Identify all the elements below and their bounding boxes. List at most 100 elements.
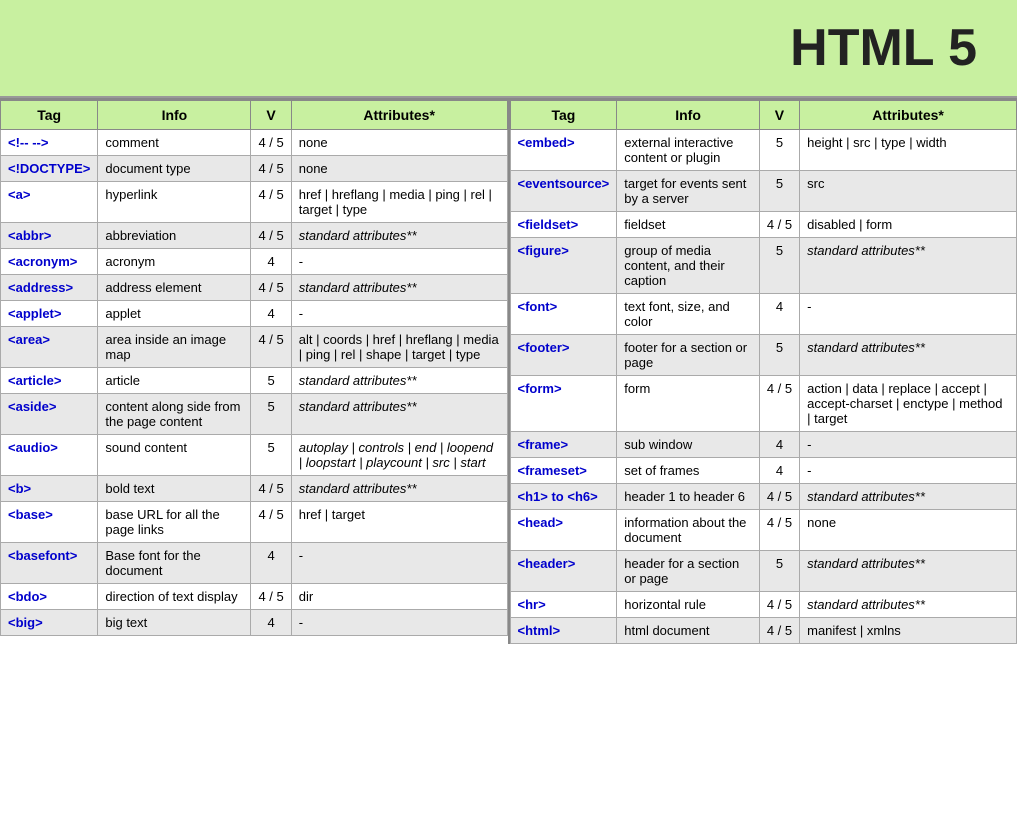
version-cell: 4 [251, 610, 291, 636]
tag-cell[interactable]: <frameset> [510, 458, 617, 484]
table-row: <h1> to <h6>header 1 to header 64 / 5sta… [510, 484, 1017, 510]
left-table: Tag Info V Attributes* <!-- -->comment4 … [0, 100, 508, 636]
info-cell: form [617, 376, 760, 432]
attributes-cell: standard attributes** [291, 394, 507, 435]
tag-cell[interactable]: <footer> [510, 335, 617, 376]
tag-cell[interactable]: <abbr> [1, 223, 98, 249]
version-cell: 5 [251, 368, 291, 394]
info-cell: abbreviation [98, 223, 251, 249]
version-cell: 4 / 5 [759, 376, 799, 432]
info-cell: base URL for all the page links [98, 502, 251, 543]
tag-cell[interactable]: <audio> [1, 435, 98, 476]
tag-cell[interactable]: <base> [1, 502, 98, 543]
tag-cell[interactable]: <header> [510, 551, 617, 592]
table-row: <applet>applet4- [1, 301, 508, 327]
tag-cell[interactable]: <head> [510, 510, 617, 551]
tag-cell[interactable]: <html> [510, 618, 617, 644]
version-cell: 4 / 5 [251, 275, 291, 301]
version-cell: 5 [759, 238, 799, 294]
tag-cell[interactable]: <basefont> [1, 543, 98, 584]
attributes-cell: standard attributes** [291, 476, 507, 502]
version-cell: 4 / 5 [251, 327, 291, 368]
tag-cell[interactable]: <big> [1, 610, 98, 636]
table-row: <form>form4 / 5action | data | replace |… [510, 376, 1017, 432]
table-row: <frameset>set of frames4- [510, 458, 1017, 484]
table-row: <base>base URL for all the page links4 /… [1, 502, 508, 543]
attributes-cell: none [291, 130, 507, 156]
attributes-cell: none [800, 510, 1017, 551]
tag-cell[interactable]: <embed> [510, 130, 617, 171]
version-cell: 4 / 5 [759, 484, 799, 510]
right-table-section: Tag Info V Attributes* <embed>external i… [510, 100, 1017, 644]
left-table-section: Tag Info V Attributes* <!-- -->comment4 … [0, 100, 510, 644]
info-cell: direction of text display [98, 584, 251, 610]
attributes-cell: height | src | type | width [800, 130, 1017, 171]
tag-cell[interactable]: <h1> to <h6> [510, 484, 617, 510]
attributes-cell: - [800, 458, 1017, 484]
table-row: <frame>sub window4- [510, 432, 1017, 458]
version-cell: 4 / 5 [251, 502, 291, 543]
page-title: HTML 5 [0, 0, 1017, 98]
tag-cell[interactable]: <font> [510, 294, 617, 335]
attributes-cell: - [291, 543, 507, 584]
table-row: <hr>horizontal rule4 / 5standard attribu… [510, 592, 1017, 618]
info-cell: acronym [98, 249, 251, 275]
table-row: <head>information about the document4 / … [510, 510, 1017, 551]
attributes-cell: standard attributes** [291, 368, 507, 394]
table-row: <fieldset>fieldset4 / 5disabled | form [510, 212, 1017, 238]
version-cell: 4 / 5 [251, 223, 291, 249]
version-cell: 5 [251, 435, 291, 476]
table-row: <area>area inside an image map4 / 5alt |… [1, 327, 508, 368]
tag-cell[interactable]: <aside> [1, 394, 98, 435]
table-row: <embed>external interactive content or p… [510, 130, 1017, 171]
tag-cell[interactable]: <form> [510, 376, 617, 432]
attributes-cell: standard attributes** [800, 335, 1017, 376]
tag-cell[interactable]: <bdo> [1, 584, 98, 610]
tag-cell[interactable]: <applet> [1, 301, 98, 327]
tag-cell[interactable]: <acronym> [1, 249, 98, 275]
tag-cell[interactable]: <!DOCTYPE> [1, 156, 98, 182]
version-cell: 5 [251, 394, 291, 435]
info-cell: set of frames [617, 458, 760, 484]
attributes-cell: - [291, 249, 507, 275]
right-table: Tag Info V Attributes* <embed>external i… [510, 100, 1017, 644]
tag-cell[interactable]: <hr> [510, 592, 617, 618]
right-col-v: V [759, 101, 799, 130]
version-cell: 5 [759, 171, 799, 212]
table-row: <b>bold text4 / 5standard attributes** [1, 476, 508, 502]
version-cell: 4 [759, 294, 799, 335]
tag-cell[interactable]: <b> [1, 476, 98, 502]
version-cell: 4 / 5 [759, 212, 799, 238]
attributes-cell: - [291, 301, 507, 327]
info-cell: area inside an image map [98, 327, 251, 368]
info-cell: article [98, 368, 251, 394]
attributes-cell: - [800, 294, 1017, 335]
tag-cell[interactable]: <frame> [510, 432, 617, 458]
tag-cell[interactable]: <address> [1, 275, 98, 301]
tag-cell[interactable]: <area> [1, 327, 98, 368]
table-row: <article>article5standard attributes** [1, 368, 508, 394]
version-cell: 4 [759, 432, 799, 458]
version-cell: 5 [759, 335, 799, 376]
tag-cell[interactable]: <figure> [510, 238, 617, 294]
version-cell: 4 / 5 [251, 156, 291, 182]
tag-cell[interactable]: <a> [1, 182, 98, 223]
version-cell: 4 / 5 [251, 584, 291, 610]
table-row: <footer>footer for a section or page5sta… [510, 335, 1017, 376]
info-cell: document type [98, 156, 251, 182]
info-cell: footer for a section or page [617, 335, 760, 376]
right-col-info: Info [617, 101, 760, 130]
table-row: <figure>group of media content, and thei… [510, 238, 1017, 294]
tag-cell[interactable]: <eventsource> [510, 171, 617, 212]
info-cell: big text [98, 610, 251, 636]
table-row: <bdo>direction of text display4 / 5dir [1, 584, 508, 610]
attributes-cell: src [800, 171, 1017, 212]
tag-cell[interactable]: <fieldset> [510, 212, 617, 238]
info-cell: text font, size, and color [617, 294, 760, 335]
tag-cell[interactable]: <article> [1, 368, 98, 394]
left-col-info: Info [98, 101, 251, 130]
attributes-cell: href | target [291, 502, 507, 543]
table-row: <audio>sound content5autoplay | controls… [1, 435, 508, 476]
table-row: <big>big text4- [1, 610, 508, 636]
tag-cell[interactable]: <!-- --> [1, 130, 98, 156]
